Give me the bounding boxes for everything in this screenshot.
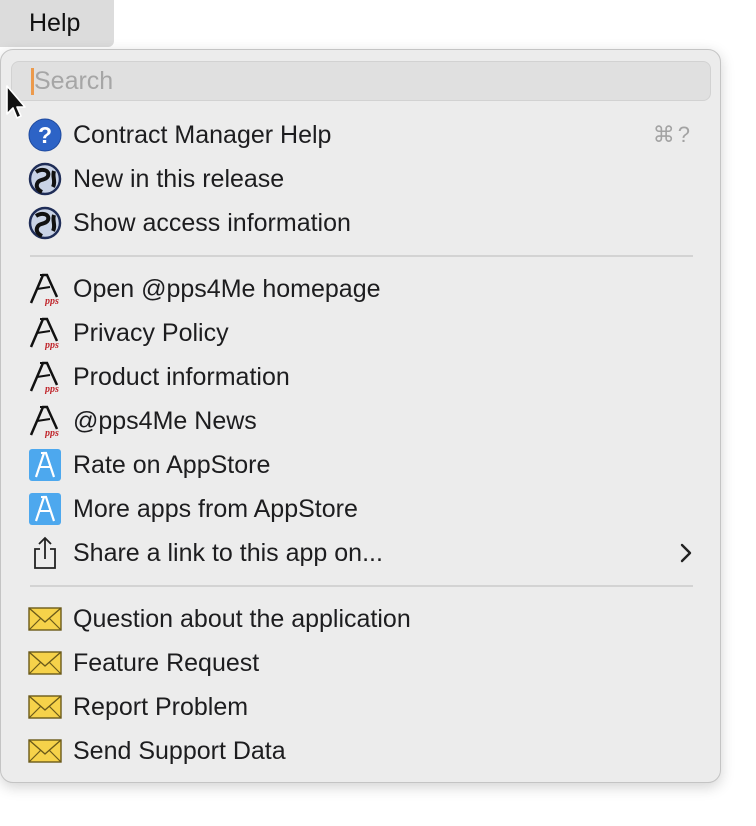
envelope-icon	[28, 651, 62, 675]
menu-item-label: Send Support Data	[73, 737, 286, 765]
svg-text:pps: pps	[44, 428, 59, 438]
menu-item-label: Feature Request	[73, 649, 260, 677]
apps4me-logo-icon: pps	[29, 405, 59, 438]
menu-separator	[30, 585, 693, 587]
search-field[interactable]	[11, 61, 711, 101]
apps4me-logo-icon: pps	[29, 317, 59, 350]
svg-text:?: ?	[38, 122, 52, 148]
menu-item-show-access-information[interactable]: Show access information	[17, 201, 707, 245]
appstore-icon	[29, 449, 61, 481]
menu-item-label: @pps4Me News	[73, 407, 257, 435]
help-question-icon: ?	[28, 118, 62, 152]
help-menubar-item[interactable]: Help	[0, 0, 114, 47]
menu-item-product-information[interactable]: pps Product information	[17, 355, 707, 399]
menu-item-label: More apps from AppStore	[73, 495, 358, 523]
help-menu: ? Contract Manager Help ⌘? New in this r…	[0, 49, 721, 783]
menu-item-label: Product information	[73, 363, 290, 391]
menu-item-news[interactable]: pps @pps4Me News	[17, 399, 707, 443]
menu-item-more-apps-from-appstore[interactable]: More apps from AppStore	[17, 487, 707, 531]
mouse-pointer-icon	[6, 85, 26, 119]
menu-item-label: Open @pps4Me homepage	[73, 275, 381, 303]
menu-item-label: Show access information	[73, 209, 351, 237]
menu-item-feature-request[interactable]: Feature Request	[17, 641, 707, 685]
envelope-icon	[28, 695, 62, 719]
menu-item-label: Question about the application	[73, 605, 411, 633]
svg-text:pps: pps	[44, 296, 59, 306]
menu-item-open-homepage[interactable]: pps Open @pps4Me homepage	[17, 267, 707, 311]
apps4me-logo-icon: pps	[29, 273, 59, 306]
menu-item-report-problem[interactable]: Report Problem	[17, 685, 707, 729]
apps4me-logo-icon: pps	[29, 361, 59, 394]
menu-item-privacy-policy[interactable]: pps Privacy Policy	[17, 311, 707, 355]
envelope-icon	[28, 607, 62, 631]
menu-item-rate-on-appstore[interactable]: Rate on AppStore	[17, 443, 707, 487]
share-icon	[34, 536, 56, 569]
svg-text:pps: pps	[44, 384, 59, 394]
globe-icon	[28, 206, 62, 240]
appstore-icon	[29, 493, 61, 525]
menu-item-label: Contract Manager Help	[73, 121, 332, 149]
search-input[interactable]	[34, 62, 694, 100]
menu-item-new-in-this-release[interactable]: New in this release	[17, 157, 707, 201]
menu-item-question-about-application[interactable]: Question about the application	[17, 597, 707, 641]
svg-text:pps: pps	[44, 340, 59, 350]
keyboard-shortcut: ⌘?	[652, 122, 693, 147]
menu-item-contract-manager-help[interactable]: ? Contract Manager Help ⌘?	[17, 113, 707, 157]
menu-item-label: Report Problem	[73, 693, 249, 721]
menu-separator	[30, 255, 693, 257]
menu-item-label: Rate on AppStore	[73, 451, 271, 479]
menu-item-label: New in this release	[73, 165, 285, 193]
chevron-right-icon	[680, 543, 692, 563]
menu-item-share-link[interactable]: Share a link to this app on...	[17, 531, 707, 575]
menu-item-send-support-data[interactable]: Send Support Data	[17, 729, 707, 773]
menu-item-label: Share a link to this app on...	[73, 539, 383, 567]
globe-icon	[28, 162, 62, 196]
menu-item-label: Privacy Policy	[73, 319, 229, 347]
envelope-icon	[28, 739, 62, 763]
